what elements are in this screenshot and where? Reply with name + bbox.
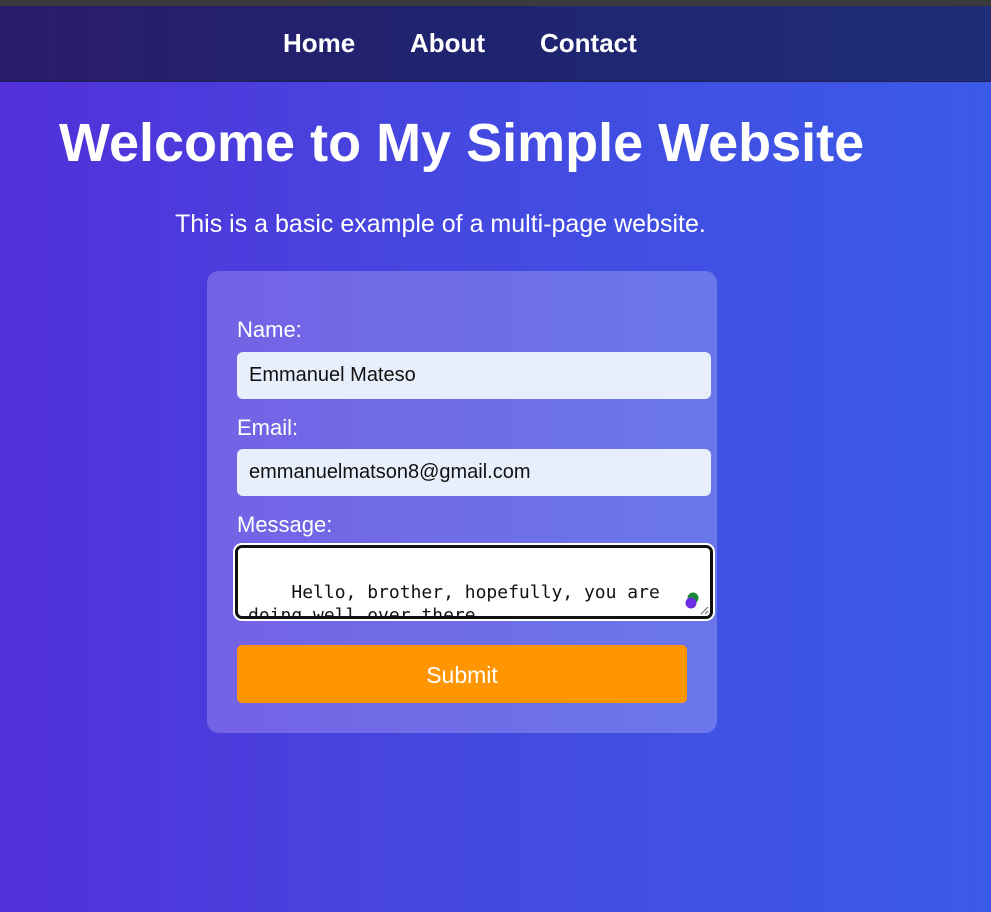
nav-link-about[interactable]: About: [410, 26, 485, 60]
page-title: Welcome to My Simple Website: [59, 113, 865, 173]
grammar-check-icon[interactable]: [685, 592, 699, 610]
message-text: Hello, brother, hopefully, you are doing…: [248, 582, 671, 619]
email-input[interactable]: emmanuelmatson8@gmail.com: [237, 449, 711, 496]
message-label: Message:: [237, 512, 333, 537]
resize-grip-icon[interactable]: [699, 605, 709, 615]
page-subtitle: This is a basic example of a multi-page …: [175, 210, 706, 238]
contact-form: Name: Emmanuel Mateso Email: emmanuelmat…: [207, 271, 717, 733]
email-label: Email:: [237, 415, 299, 440]
nav-link-contact[interactable]: Contact: [540, 26, 637, 60]
name-input[interactable]: Emmanuel Mateso: [237, 352, 711, 399]
nav-link-home[interactable]: Home: [283, 26, 355, 60]
name-label: Name:: [237, 317, 302, 342]
message-textarea[interactable]: Hello, brother, hopefully, you are doing…: [235, 545, 713, 619]
navbar: Home About Contact: [0, 6, 991, 82]
submit-button[interactable]: Submit: [237, 645, 687, 703]
